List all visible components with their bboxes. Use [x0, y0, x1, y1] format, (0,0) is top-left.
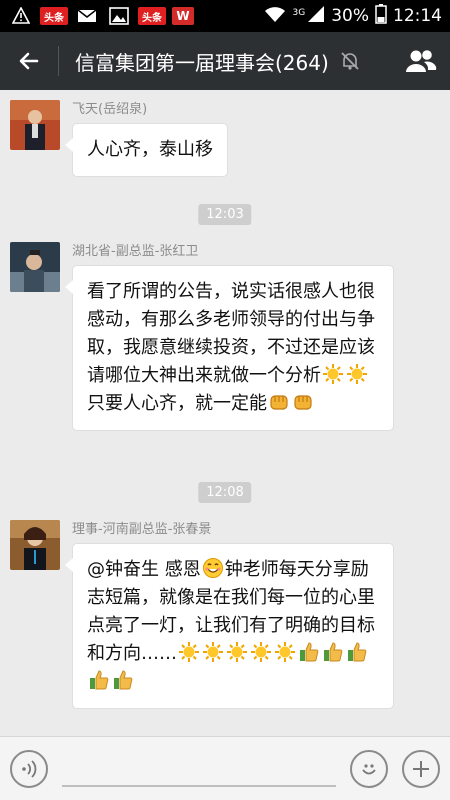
timestamp-badge: 12:08: [198, 482, 252, 503]
signal-icon: [307, 5, 325, 28]
chat-header: 信富集团第一届理事会(264): [0, 32, 450, 90]
back-button[interactable]: [0, 32, 58, 90]
smile-emoji-icon: [202, 558, 223, 578]
thumbs-up-emoji-icon: [90, 670, 109, 690]
message-input[interactable]: [62, 750, 336, 787]
thumbs-up-emoji-icon: [300, 642, 319, 662]
wps-app-icon: W: [172, 7, 194, 25]
toutiao-app-icon: 头条: [40, 7, 68, 25]
more-options-button[interactable]: [402, 749, 440, 788]
plus-icon: [413, 760, 429, 777]
sun-emoji-icon: [251, 642, 271, 662]
message-item: 理事-河南副总监-张春景 @钟奋生 感恩 钟老师每天分享励志短篇，就像是在我们每一…: [10, 520, 394, 709]
message-bubble[interactable]: @钟奋生 感恩 钟老师每天分享励志短篇，就像是在我们每一位的心里点亮了一灯，让我们…: [65, 543, 394, 709]
smiley-emoji-icon: [362, 763, 376, 774]
sun-emoji-icon: [227, 642, 247, 662]
avatar[interactable]: [10, 520, 60, 570]
message-list[interactable]: 飞天(岳绍泉) 人心齐，泰山移 12:03 湖北省-副总监-张红卫 看了所谓的公…: [0, 90, 450, 736]
image-icon: [106, 6, 132, 26]
avatar[interactable]: [10, 100, 60, 150]
warning-icon: [8, 6, 34, 26]
status-bar: 头条 头条 W 3G 30% 12:14: [0, 0, 450, 32]
emoji-button[interactable]: [350, 749, 388, 788]
thumbs-up-emoji-icon: [114, 670, 133, 690]
timestamp-badge: 12:03: [198, 204, 252, 225]
sun-emoji-icon: [323, 364, 343, 384]
avatar[interactable]: [10, 242, 60, 292]
fist-emoji-icon: [294, 395, 312, 410]
sun-emoji-icon: [275, 642, 295, 662]
wifi-icon: [263, 5, 287, 28]
sun-emoji-icon: [179, 642, 199, 662]
group-members-button[interactable]: [392, 32, 450, 90]
battery-level: 30%: [331, 6, 369, 26]
message-item: 湖北省-副总监-张红卫 看了所谓的公告，说实话很感人也很感动，有那么多老师领导的…: [10, 242, 394, 431]
voice-button[interactable]: [10, 749, 48, 788]
group-members-icon: [406, 50, 437, 72]
thumbs-up-emoji-icon: [348, 642, 367, 662]
thumbs-up-emoji-icon: [324, 642, 343, 662]
message-text: @钟奋生 感恩: [87, 559, 201, 580]
message-item: 飞天(岳绍泉) 人心齐，泰山移: [10, 100, 228, 177]
mail-icon: [74, 6, 100, 26]
message-bubble[interactable]: 人心齐，泰山移: [65, 123, 228, 177]
voice-icon: [22, 759, 37, 778]
toutiao-app-icon-2: 头条: [138, 7, 166, 25]
clock: 12:14: [393, 6, 442, 26]
sun-emoji-icon: [347, 364, 367, 384]
message-text: 只要人心齐，就一定能: [87, 393, 267, 414]
message-input-bar: [0, 736, 450, 800]
title-divider: [58, 46, 59, 76]
sender-name: 飞天(岳绍泉): [72, 102, 148, 117]
sun-emoji-icon: [203, 642, 223, 662]
back-arrow-icon: [19, 52, 39, 70]
page-title: 信富集团第一届理事会(264): [75, 50, 329, 75]
message-bubble[interactable]: 看了所谓的公告，说实话很感人也很感动，有那么多老师领导的付出与争取，我愿意继续投…: [65, 265, 394, 431]
mute-bell-icon: [341, 52, 359, 70]
network-type: 3G: [292, 7, 306, 18]
sender-name: 理事-河南副总监-张春景: [72, 522, 212, 537]
fist-emoji-icon: [270, 395, 288, 410]
sender-name: 湖北省-副总监-张红卫: [72, 244, 199, 259]
battery-icon: [375, 3, 387, 29]
message-text: 人心齐，泰山移: [87, 139, 213, 160]
